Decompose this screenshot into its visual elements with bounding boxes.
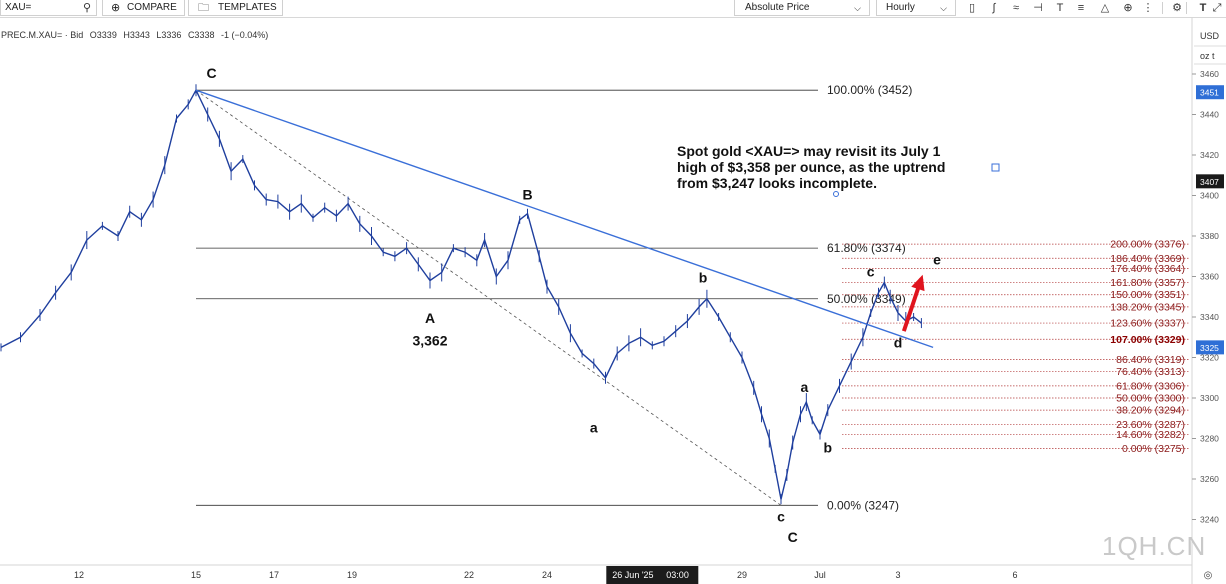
fib-minor-label: 76.40% (3313) [1116, 366, 1185, 378]
time-tick-label: 6 [1012, 570, 1017, 580]
price-badge-label: 3325 [1200, 343, 1219, 353]
time-highlight-date: 26 Jun '25 [612, 570, 653, 580]
symbol-value: XAU= [5, 2, 32, 13]
fib-minor-label: 86.40% (3319) [1116, 354, 1185, 366]
price-type-select[interactable]: Absolute Price ⌵ [734, 0, 870, 16]
price-tick-label: 3340 [1200, 312, 1219, 322]
wave-label: b [824, 440, 833, 456]
fib-major-label: 61.80% (3374) [827, 241, 906, 255]
fib-minor-label: 50.00% (3300) [1116, 393, 1185, 405]
annotation-line: from $3,247 looks incomplete. [677, 175, 877, 191]
plus-circle-icon: ⊕ [111, 2, 121, 14]
axis-currency: USD [1200, 31, 1220, 41]
wave-label: a [590, 419, 598, 435]
price-tick-label: 3240 [1200, 515, 1219, 525]
folder-icon: 🗀 [198, 2, 209, 14]
time-tick-label: 3 [895, 570, 900, 580]
chart-annotation[interactable]: Spot gold <XAU=> may revisit its July 1 … [677, 143, 945, 191]
candles-icon[interactable]: ▯ [965, 0, 979, 16]
time-tick-label: 22 [464, 570, 474, 580]
toolbar-divider [1162, 2, 1163, 14]
interval-select[interactable]: Hourly ⌵ [876, 0, 956, 16]
wave-label: e [933, 251, 941, 267]
wave-label: A [425, 310, 435, 326]
blue-trend-line [195, 89, 934, 349]
price-type-value: Absolute Price [745, 2, 810, 13]
fib-minor-label: 107.00% (3329) [1110, 334, 1185, 346]
fib-minor-label: 38.20% (3294) [1116, 405, 1185, 417]
price-tick-label: 3280 [1200, 434, 1219, 444]
price-tick-label: 3260 [1200, 474, 1219, 484]
wave-label: B [522, 187, 532, 203]
wave-label: C [207, 65, 217, 81]
price-tick-label: 3460 [1200, 69, 1219, 79]
crosshair-icon[interactable]: ⊣ [1031, 0, 1045, 16]
annotation-handle [833, 191, 839, 197]
text-tool-icon[interactable]: T [1053, 0, 1067, 16]
expand-icon[interactable]: ⤢ [1210, 0, 1224, 16]
fib-minor-label: 161.80% (3357) [1110, 277, 1185, 289]
watermark: 1QH.CN [1102, 531, 1207, 561]
fib-minor-label: 138.20% (3345) [1110, 301, 1185, 313]
time-tick-label: Jul [814, 570, 826, 580]
price-tick-label: 3360 [1200, 272, 1219, 282]
wave-label: c [777, 509, 785, 525]
fib-minor-label: 0.00% (3275) [1122, 443, 1185, 455]
annotation-line: Spot gold <XAU=> may revisit its July 1 [677, 143, 941, 159]
axis-settings-icon: ◎ [1204, 570, 1213, 581]
wave-label: 3,362 [412, 332, 447, 348]
fib-minor-label: 176.40% (3364) [1110, 263, 1185, 275]
fib-minor-label: 61.80% (3306) [1116, 380, 1185, 392]
wave-label: b [699, 270, 708, 286]
price-tick-label: 3420 [1200, 150, 1219, 160]
compare-label: COMPARE [127, 2, 177, 13]
time-highlight-time: 03:00 [666, 570, 689, 580]
wave-icon[interactable]: ≈ [1009, 0, 1023, 16]
time-tick-label: 15 [191, 570, 201, 580]
wave-label: C [788, 529, 798, 545]
red-arrow-head [911, 274, 925, 292]
time-tick-label: 17 [269, 570, 279, 580]
fib-minor-label: 14.60% (3282) [1116, 429, 1185, 441]
time-tick-label: 29 [737, 570, 747, 580]
fib-minor-label: 150.00% (3351) [1110, 289, 1185, 301]
price-tick-label: 3440 [1200, 110, 1219, 120]
interval-value: Hourly [886, 2, 915, 13]
wave-label: d [894, 334, 903, 350]
symbol-input[interactable]: XAU= ⚲ [0, 0, 97, 16]
compare-button[interactable]: ⊕ COMPARE [102, 0, 185, 16]
wave-label: a [801, 379, 809, 395]
indicators-icon[interactable]: ∫ [987, 0, 1001, 16]
logo-icon[interactable]: T [1196, 0, 1210, 16]
fib-minor-label: 123.60% (3337) [1110, 318, 1185, 330]
price-tick-label: 3400 [1200, 191, 1219, 201]
price-chart[interactable]: USDoz t346034403420340033803360334033203… [0, 17, 1226, 584]
templates-label: TEMPLATES [218, 2, 277, 13]
fib-minor-label: 200.00% (3376) [1110, 239, 1185, 251]
annotation-line: high of $3,358 per ounce, as the uptrend [677, 159, 946, 175]
time-tick-label: 12 [74, 570, 84, 580]
time-tick-label: 24 [542, 570, 552, 580]
fib-tool-icon[interactable]: ≡ [1074, 0, 1088, 16]
annotation-handle [991, 163, 1000, 172]
price-tick-label: 3300 [1200, 393, 1219, 403]
chevron-down-icon: ⌵ [940, 3, 947, 13]
price-badge-label: 3407 [1200, 177, 1219, 187]
time-tick-label: 19 [347, 570, 357, 580]
fib-major-label: 0.00% (3247) [827, 498, 899, 512]
wave-label: c [867, 264, 875, 280]
templates-button[interactable]: 🗀 TEMPLATES [188, 0, 283, 16]
search-icon[interactable]: ⚲ [80, 0, 94, 16]
zoom-icon[interactable]: ⊕ [1121, 0, 1135, 16]
axis-unit: oz t [1200, 51, 1215, 61]
more-icon[interactable]: ⋮ [1141, 0, 1155, 16]
settings-icon[interactable]: ⚙ [1170, 0, 1184, 16]
chevron-down-icon: ⌵ [854, 3, 861, 13]
pattern-tool-icon[interactable]: △ [1098, 0, 1112, 16]
toolbar: XAU= ⚲ ⊕ COMPARE 🗀 TEMPLATES Absolute Pr… [0, 0, 1226, 18]
toolbar-divider [1186, 2, 1187, 14]
price-tick-label: 3380 [1200, 231, 1219, 241]
fib-major-label: 100.00% (3452) [827, 83, 912, 97]
price-badge-label: 3451 [1200, 88, 1219, 98]
